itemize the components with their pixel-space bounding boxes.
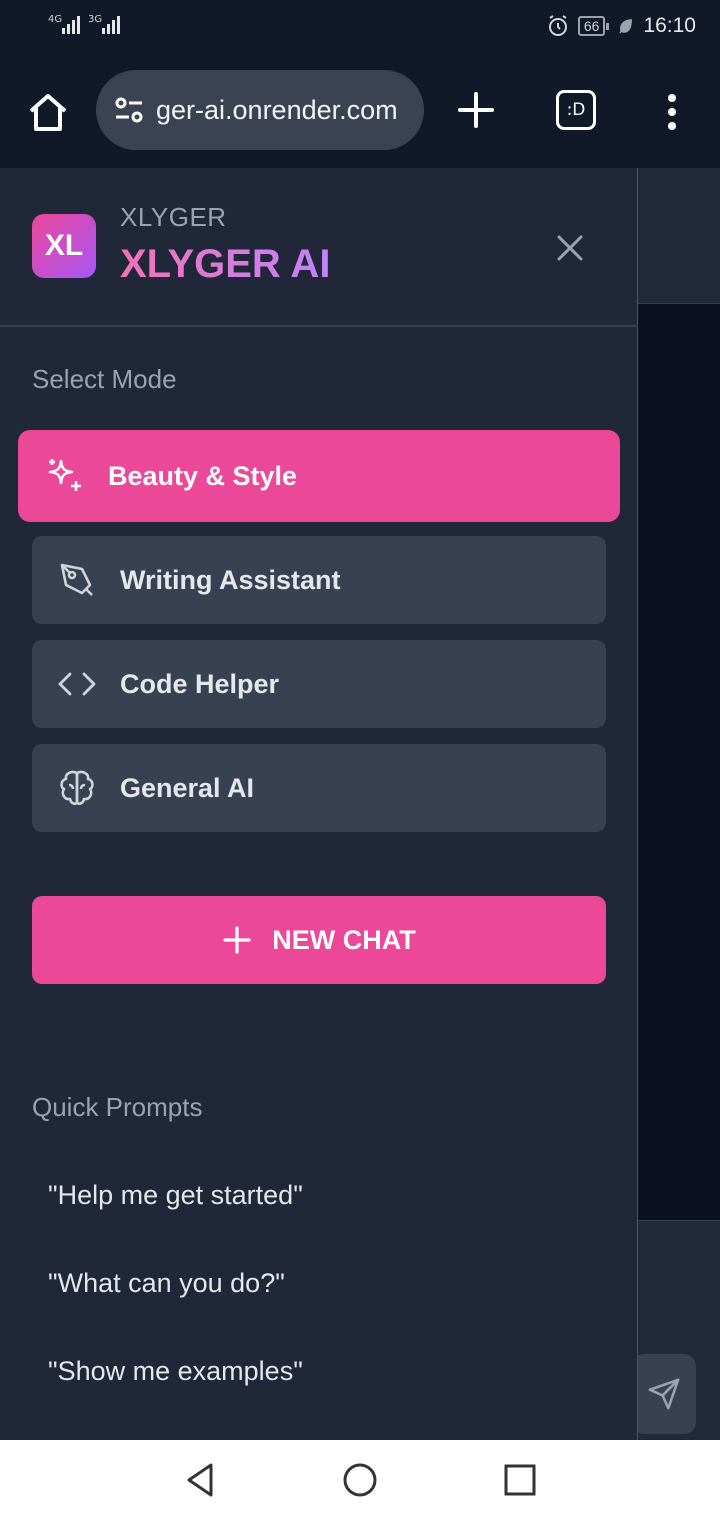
mode-label: General AI	[120, 772, 255, 803]
leaf-icon	[619, 19, 633, 34]
back-icon[interactable]	[180, 1460, 220, 1500]
signal-label-2: 3G	[88, 14, 103, 25]
alarm-icon	[548, 15, 567, 36]
drawer-header: XL XLYGER XLYGER AI	[0, 168, 638, 327]
recents-icon[interactable]	[500, 1460, 540, 1500]
mode-label: Writing Assistant	[120, 564, 341, 595]
url-text[interactable]: ger-ai.onrender.com	[156, 95, 398, 126]
signal-strength-icon	[62, 16, 80, 34]
browser-toolbar: ger-ai.onrender.com :D	[0, 56, 720, 168]
send-icon	[648, 1378, 680, 1410]
signal-strength-icon-2	[102, 16, 120, 34]
background-page	[632, 168, 720, 1440]
quick-prompt-item[interactable]: "Help me get started"	[48, 1180, 303, 1211]
mode-code-helper[interactable]: Code Helper	[32, 640, 606, 728]
mode-label: Code Helper	[120, 668, 280, 699]
home-circle-icon[interactable]	[340, 1460, 380, 1500]
site-settings-icon[interactable]	[112, 93, 146, 127]
plus-icon	[223, 926, 251, 954]
quick-prompts-label: Quick Prompts	[32, 1092, 203, 1122]
brand-name: XLYGER	[120, 202, 227, 232]
pen-tool-icon	[60, 563, 93, 596]
home-icon[interactable]	[26, 90, 70, 134]
clock: 16:10	[643, 14, 696, 37]
side-drawer: XL XLYGER XLYGER AI Select Mode Beauty &…	[0, 168, 638, 1440]
brand-title: XLYGER AI	[120, 242, 331, 286]
mode-general-ai[interactable]: General AI	[32, 744, 606, 832]
address-bar[interactable]: ger-ai.onrender.com	[96, 70, 424, 150]
battery-icon: 66	[577, 16, 609, 36]
code-icon	[58, 672, 96, 696]
send-button[interactable]	[632, 1354, 696, 1434]
system-nav-bar	[0, 1440, 720, 1520]
brain-icon	[60, 770, 94, 805]
mode-beauty-style[interactable]: Beauty & Style	[18, 430, 620, 522]
quick-prompt-item[interactable]: "Show me examples"	[48, 1356, 303, 1387]
background-header	[638, 168, 720, 304]
sparkles-icon	[48, 459, 81, 491]
select-mode-label: Select Mode	[32, 364, 177, 394]
signal-label-1: 4G	[48, 14, 63, 25]
app-logo: XL	[32, 214, 96, 278]
tabs-icon[interactable]: :D	[556, 90, 596, 130]
plus-icon[interactable]	[456, 90, 496, 130]
mode-label: Beauty & Style	[108, 460, 298, 491]
mode-writing-assistant[interactable]: Writing Assistant	[32, 536, 606, 624]
close-icon[interactable]	[554, 232, 586, 264]
status-right: 66 16:10	[546, 14, 696, 38]
quick-prompt-item[interactable]: "What can you do?"	[48, 1268, 285, 1299]
new-chat-label: NEW CHAT	[272, 924, 416, 955]
more-vert-icon[interactable]	[660, 90, 684, 134]
status-bar: 4G 3G 66 16:10	[0, 0, 720, 56]
new-chat-button[interactable]: NEW CHAT	[32, 896, 606, 984]
